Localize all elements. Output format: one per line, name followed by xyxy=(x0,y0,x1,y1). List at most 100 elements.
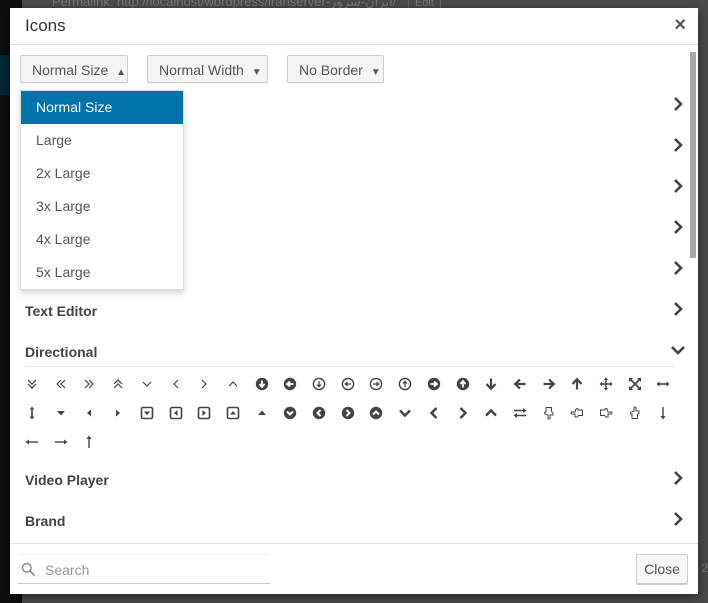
angle-double-right-icon[interactable] xyxy=(77,372,101,396)
angle-up-icon[interactable] xyxy=(221,372,245,396)
caret-down-icon-glyph xyxy=(57,411,65,416)
arrow-circle-o-right-icon[interactable] xyxy=(364,372,388,396)
arrows-alt-icon[interactable] xyxy=(623,372,647,396)
category-video-player[interactable]: Video Player xyxy=(25,466,685,496)
arrow-circle-left-icon[interactable] xyxy=(278,372,302,396)
angle-double-left-icon[interactable] xyxy=(49,372,73,396)
arrow-circle-down-icon-glyph xyxy=(255,377,269,391)
angle-right-icon-glyph xyxy=(201,379,207,389)
caret-down-icon: ▼ xyxy=(251,67,262,78)
caret-left-icon[interactable] xyxy=(77,401,101,425)
caret-square-o-down-icon[interactable] xyxy=(135,401,159,425)
caret-up-icon: ▲ xyxy=(116,67,127,78)
arrow-circle-o-down-icon[interactable] xyxy=(307,372,331,396)
size-option[interactable]: Large xyxy=(21,124,183,157)
size-dropdown-menu: Normal Size Large 2x Large 3x Large 4x Large… xyxy=(20,90,184,290)
chevron-left-icon-glyph xyxy=(429,407,438,419)
chevron-right-icon[interactable] xyxy=(451,401,475,425)
chevron-up-icon-glyph xyxy=(485,408,497,417)
angle-up-icon-glyph xyxy=(228,381,238,387)
caret-right-icon[interactable] xyxy=(106,401,130,425)
border-dropdown-button[interactable]: No Border ▼ xyxy=(287,55,384,83)
chevron-right-icon xyxy=(674,261,683,275)
arrow-right-icon[interactable] xyxy=(537,372,561,396)
chevron-circle-up-icon-glyph xyxy=(369,406,383,420)
chevron-circle-up-icon[interactable] xyxy=(364,401,388,425)
arrows-alt-icon-glyph xyxy=(629,378,641,390)
search-input[interactable] xyxy=(43,558,267,582)
arrow-circle-up-icon[interactable] xyxy=(451,372,475,396)
long-arrow-up-icon[interactable] xyxy=(77,430,101,454)
chevron-circle-right-icon-glyph xyxy=(341,406,355,420)
close-button[interactable]: Close xyxy=(636,554,688,584)
angle-down-icon-glyph xyxy=(142,381,152,387)
chevron-right-icon xyxy=(674,138,683,152)
chevron-left-icon[interactable] xyxy=(422,401,446,425)
scrollbar-thumb[interactable] xyxy=(690,52,696,258)
arrows-v-icon[interactable] xyxy=(20,401,44,425)
chevron-right-icon xyxy=(674,97,683,111)
arrow-circle-right-icon[interactable] xyxy=(422,372,446,396)
arrow-circle-o-up-icon-glyph xyxy=(398,377,412,391)
arrow-down-icon[interactable] xyxy=(479,372,503,396)
caret-square-o-right-icon-glyph xyxy=(197,406,211,420)
angle-left-icon[interactable] xyxy=(164,372,188,396)
hand-o-up-icon[interactable] xyxy=(623,401,647,425)
chevron-up-icon[interactable] xyxy=(479,401,503,425)
arrow-circle-o-left-icon[interactable] xyxy=(336,372,360,396)
exchange-icon[interactable] xyxy=(508,401,532,425)
caret-square-o-up-icon-glyph xyxy=(226,406,240,420)
caret-square-o-left-icon[interactable] xyxy=(164,401,188,425)
category-brand[interactable]: Brand xyxy=(25,507,685,537)
arrow-down-icon-glyph xyxy=(485,378,497,391)
size-option[interactable]: 4x Large xyxy=(21,223,183,256)
arrows-h-icon[interactable] xyxy=(651,372,675,396)
angle-double-down-icon[interactable] xyxy=(20,372,44,396)
long-arrow-right-icon[interactable] xyxy=(49,430,73,454)
category-directional[interactable]: Directional xyxy=(25,338,685,368)
size-option[interactable]: 2x Large xyxy=(21,157,183,190)
arrow-circle-up-icon-glyph xyxy=(456,377,470,391)
hand-o-down-icon[interactable] xyxy=(537,401,561,425)
category-label: Video Player xyxy=(25,472,109,488)
arrow-up-icon[interactable] xyxy=(565,372,589,396)
angle-down-icon[interactable] xyxy=(135,372,159,396)
caret-up-icon[interactable] xyxy=(250,401,274,425)
hand-o-left-icon[interactable] xyxy=(565,401,589,425)
chevron-down-icon xyxy=(671,346,685,355)
search-box xyxy=(18,554,270,584)
caret-down-icon[interactable] xyxy=(49,401,73,425)
arrows-icon[interactable] xyxy=(594,372,618,396)
hand-o-right-icon-glyph xyxy=(600,408,613,418)
modal-title: Icons xyxy=(25,16,66,35)
hand-o-right-icon[interactable] xyxy=(594,401,618,425)
angle-double-up-icon[interactable] xyxy=(106,372,130,396)
size-option[interactable]: 3x Large xyxy=(21,190,183,223)
width-dropdown-button[interactable]: Normal Width ▼ xyxy=(147,55,268,83)
chevron-down-icon[interactable] xyxy=(393,401,417,425)
arrow-left-icon[interactable] xyxy=(508,372,532,396)
long-arrow-down-icon-glyph xyxy=(660,407,666,420)
caret-square-o-right-icon[interactable] xyxy=(192,401,216,425)
arrow-circle-down-icon[interactable] xyxy=(250,372,274,396)
size-dropdown-button[interactable]: Normal Size ▲ xyxy=(20,55,128,83)
size-dropdown-label: Normal Size xyxy=(32,62,109,78)
long-arrow-left-icon[interactable] xyxy=(20,430,44,454)
angle-right-icon[interactable] xyxy=(192,372,216,396)
chevron-circle-left-icon[interactable] xyxy=(307,401,331,425)
angle-double-up-icon-glyph xyxy=(113,379,123,389)
size-option[interactable]: Normal Size xyxy=(21,91,183,124)
arrow-left-icon-glyph xyxy=(513,378,526,390)
chevron-circle-down-icon[interactable] xyxy=(278,401,302,425)
arrow-circle-o-up-icon[interactable] xyxy=(393,372,417,396)
search-icon xyxy=(21,562,35,576)
category-text-editor[interactable]: Text Editor xyxy=(25,297,685,327)
arrow-circle-o-left-icon-glyph xyxy=(341,377,355,391)
angle-double-down-icon-glyph xyxy=(27,379,37,389)
size-option[interactable]: 5x Large xyxy=(21,256,183,289)
width-dropdown-label: Normal Width xyxy=(159,62,244,78)
chevron-circle-right-icon[interactable] xyxy=(336,401,360,425)
close-icon[interactable]: × xyxy=(674,14,686,37)
long-arrow-down-icon[interactable] xyxy=(651,401,675,425)
caret-square-o-up-icon[interactable] xyxy=(221,401,245,425)
